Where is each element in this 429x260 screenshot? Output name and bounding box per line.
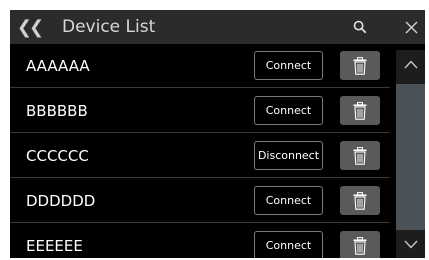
device-name: CCCCCC (26, 147, 89, 165)
device-name: DDDDDD (26, 192, 96, 210)
trash-icon (353, 236, 367, 255)
delete-button[interactable] (340, 51, 380, 80)
device-row: CCCCCC Disconnect (10, 134, 390, 178)
connect-button[interactable]: Connect (254, 231, 323, 258)
device-name: AAAAAA (26, 57, 90, 75)
trash-icon (353, 146, 367, 165)
device-row: EEEEEE Connect (10, 224, 390, 258)
connect-button[interactable]: Connect (254, 186, 323, 215)
search-icon (353, 20, 367, 34)
double-chevron-left-icon: ❮❮ (16, 16, 44, 38)
header-bar: ❮❮ Device List (10, 10, 425, 44)
close-icon (405, 21, 417, 33)
device-list: AAAAAA Connect BBBBBB Connect CCCCCC Dis… (10, 44, 390, 258)
device-row: BBBBBB Connect (10, 89, 390, 133)
device-row: DDDDDD Connect (10, 179, 390, 223)
delete-button[interactable] (340, 96, 380, 125)
scroll-up-button[interactable] (396, 50, 425, 78)
trash-icon (353, 56, 367, 75)
chevron-down-icon (403, 240, 418, 249)
connect-button[interactable]: Connect (254, 96, 323, 125)
device-row: AAAAAA Connect (10, 44, 390, 88)
connect-button[interactable]: Connect (254, 51, 323, 80)
scroll-thumb[interactable] (396, 84, 425, 230)
device-name: BBBBBB (26, 102, 88, 120)
chevron-up-icon (403, 59, 418, 68)
delete-button[interactable] (340, 186, 380, 215)
search-button[interactable] (340, 10, 380, 44)
disconnect-button[interactable]: Disconnect (254, 141, 323, 170)
close-button[interactable] (397, 10, 425, 44)
back-button[interactable]: ❮❮ (10, 10, 48, 44)
device-name: EEEEEE (26, 237, 83, 255)
device-list-screen: ❮❮ Device List AAAAAA Connect BBBBBB Con… (10, 10, 425, 258)
trash-icon (353, 191, 367, 210)
scrollbar[interactable] (396, 50, 425, 258)
trash-icon (353, 101, 367, 120)
page-title: Device List (62, 17, 156, 37)
scroll-down-button[interactable] (396, 230, 425, 258)
delete-button[interactable] (340, 141, 380, 170)
delete-button[interactable] (340, 231, 380, 258)
